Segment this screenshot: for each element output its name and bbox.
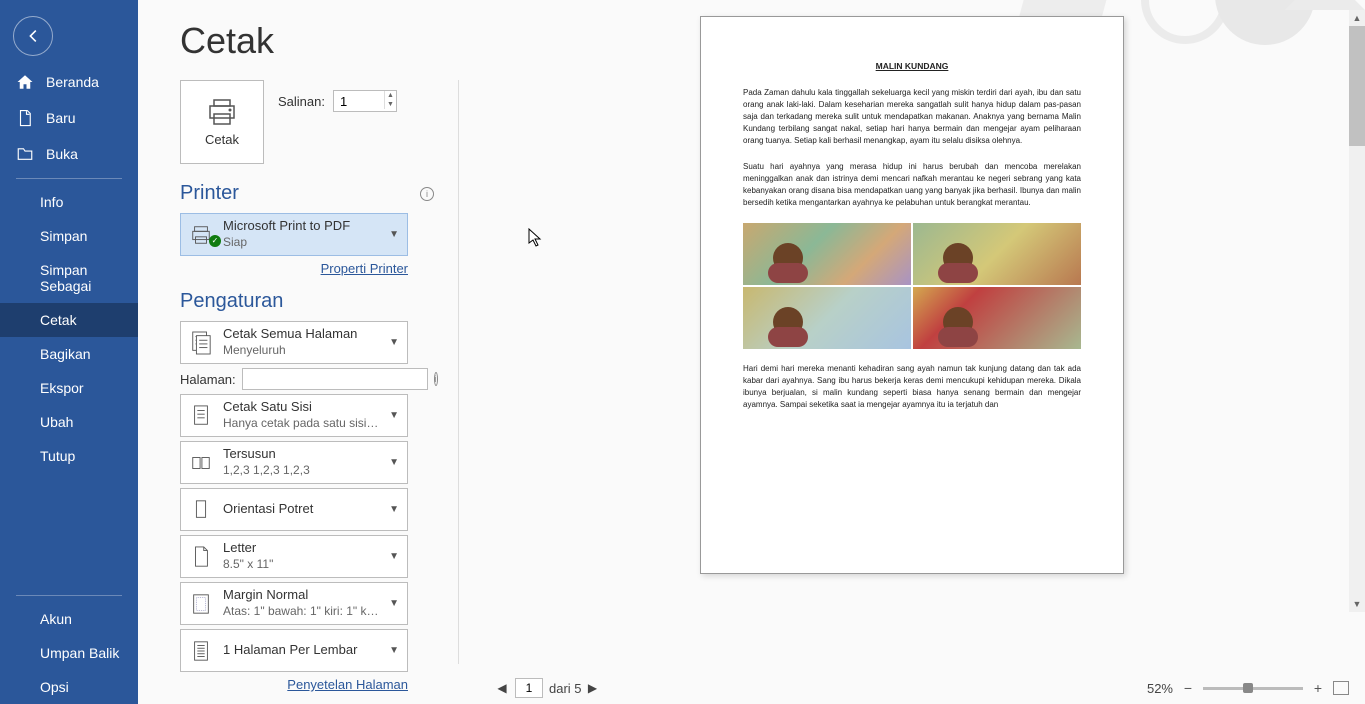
doc-title: MALIN KUNDANG <box>743 61 1081 71</box>
paper-icon <box>190 543 212 571</box>
page-number-input[interactable] <box>515 678 543 698</box>
zoom-fit-button[interactable] <box>1333 681 1349 695</box>
printer-icon <box>206 98 238 126</box>
printer-info-icon[interactable]: i <box>420 187 434 201</box>
page-title: Cetak <box>180 20 434 62</box>
printer-small-icon <box>190 221 212 249</box>
chevron-down-icon: ▼ <box>389 598 399 609</box>
scroll-up-icon[interactable]: ▲ <box>1349 10 1365 26</box>
one-sided-icon <box>190 402 212 430</box>
doc-image <box>913 287 1081 349</box>
backstage-sidebar: Beranda Baru Buka Info Simpan Simpan Seb… <box>0 0 138 704</box>
chevron-down-icon: ▼ <box>389 457 399 468</box>
chevron-down-icon: ▼ <box>389 410 399 421</box>
print-preview-panel: MALIN KUNDANG Pada Zaman dahulu kala tin… <box>459 0 1365 704</box>
print-settings-panel: Cetak Cetak Salinan: ▲▼ Printer i ✓ <box>138 0 458 704</box>
nav-transform[interactable]: Ubah <box>0 405 138 439</box>
doc-image <box>913 223 1081 285</box>
nav-open[interactable]: Buka <box>0 136 138 172</box>
nav-new[interactable]: Baru <box>0 100 138 136</box>
pages-info-icon[interactable]: i <box>434 372 438 386</box>
nav-share[interactable]: Bagikan <box>0 337 138 371</box>
chevron-down-icon: ▼ <box>389 551 399 562</box>
zoom-slider[interactable] <box>1203 687 1303 690</box>
doc-image <box>743 287 911 349</box>
margins-icon <box>190 590 212 618</box>
margins-select[interactable]: Margin NormalAtas: 1" bawah: 1" kiri: 1"… <box>180 582 408 625</box>
sides-select[interactable]: Cetak Satu SisiHanya cetak pada satu sis… <box>180 394 408 437</box>
doc-image <box>743 223 911 285</box>
chevron-down-icon: ▼ <box>389 229 399 240</box>
chevron-down-icon: ▼ <box>389 504 399 515</box>
per-sheet-icon <box>190 637 212 665</box>
printer-properties-link[interactable]: Properti Printer <box>321 261 408 276</box>
doc-paragraph: Hari demi hari mereka menanti kehadiran … <box>743 363 1081 411</box>
nav-home[interactable]: Beranda <box>0 64 138 100</box>
per-sheet-select[interactable]: 1 Halaman Per Lembar ▼ <box>180 629 408 672</box>
nav-export[interactable]: Ekspor <box>0 371 138 405</box>
copies-up[interactable]: ▲ <box>384 91 396 100</box>
preview-page: MALIN KUNDANG Pada Zaman dahulu kala tin… <box>700 16 1124 574</box>
doc-icon <box>16 109 34 127</box>
page-setup-link[interactable]: Penyetelan Halaman <box>287 677 408 692</box>
pages-input[interactable] <box>242 368 428 390</box>
nav-account[interactable]: Akun <box>0 602 138 636</box>
zoom-out-button[interactable]: − <box>1181 680 1195 696</box>
page-total-label: dari 5 <box>549 681 582 696</box>
doc-paragraph: Pada Zaman dahulu kala tinggallah sekelu… <box>743 87 1081 147</box>
nav-open-label: Buka <box>46 146 78 162</box>
printer-heading: Printer <box>180 182 239 205</box>
doc-paragraph: Suatu hari ayahnya yang merasa hidup ini… <box>743 161 1081 209</box>
doc-images <box>743 223 1081 349</box>
collate-icon <box>190 449 212 477</box>
paper-size-select[interactable]: Letter8.5" x 11" ▼ <box>180 535 408 578</box>
chevron-down-icon: ▼ <box>389 645 399 656</box>
scroll-down-icon[interactable]: ▼ <box>1349 596 1365 612</box>
nav-saveas[interactable]: Simpan Sebagai <box>0 253 138 303</box>
nav-print[interactable]: Cetak <box>0 303 138 337</box>
prev-page-button[interactable]: ◀ <box>495 681 509 695</box>
print-button[interactable]: Cetak <box>180 80 264 164</box>
nav-save[interactable]: Simpan <box>0 219 138 253</box>
print-button-label: Cetak <box>205 132 239 147</box>
nav-new-label: Baru <box>46 110 76 126</box>
preview-scrollbar[interactable]: ▲ ▼ <box>1349 10 1365 612</box>
next-page-button[interactable]: ▶ <box>586 681 600 695</box>
nav-close[interactable]: Tutup <box>0 439 138 473</box>
nav-options[interactable]: Opsi <box>0 670 138 704</box>
printer-select[interactable]: ✓ Microsoft Print to PDF Siap ▼ <box>180 213 408 256</box>
portrait-icon <box>190 496 212 524</box>
nav-home-label: Beranda <box>46 74 99 90</box>
printer-name: Microsoft Print to PDF <box>223 218 379 235</box>
printer-ready-icon: ✓ <box>209 235 221 247</box>
printer-status: Siap <box>223 235 379 251</box>
scrollbar-thumb[interactable] <box>1349 26 1365 146</box>
back-button[interactable] <box>13 16 53 56</box>
home-icon <box>16 73 34 91</box>
folder-icon <box>16 145 34 163</box>
settings-heading: Pengaturan <box>180 290 283 313</box>
chevron-down-icon: ▼ <box>389 337 399 348</box>
nav-feedback[interactable]: Umpan Balik <box>0 636 138 670</box>
zoom-in-button[interactable]: + <box>1311 680 1325 696</box>
orientation-select[interactable]: Orientasi Potret ▼ <box>180 488 408 531</box>
nav-info[interactable]: Info <box>0 185 138 219</box>
pages-icon <box>190 329 212 357</box>
copies-label: Salinan: <box>278 94 325 109</box>
copies-down[interactable]: ▼ <box>384 100 396 109</box>
zoom-percent[interactable]: 52% <box>1147 681 1173 696</box>
pages-label: Halaman: <box>180 372 236 387</box>
print-what-select[interactable]: Cetak Semua HalamanMenyeluruh ▼ <box>180 321 408 364</box>
collate-select[interactable]: Tersusun1,2,3 1,2,3 1,2,3 ▼ <box>180 441 408 484</box>
